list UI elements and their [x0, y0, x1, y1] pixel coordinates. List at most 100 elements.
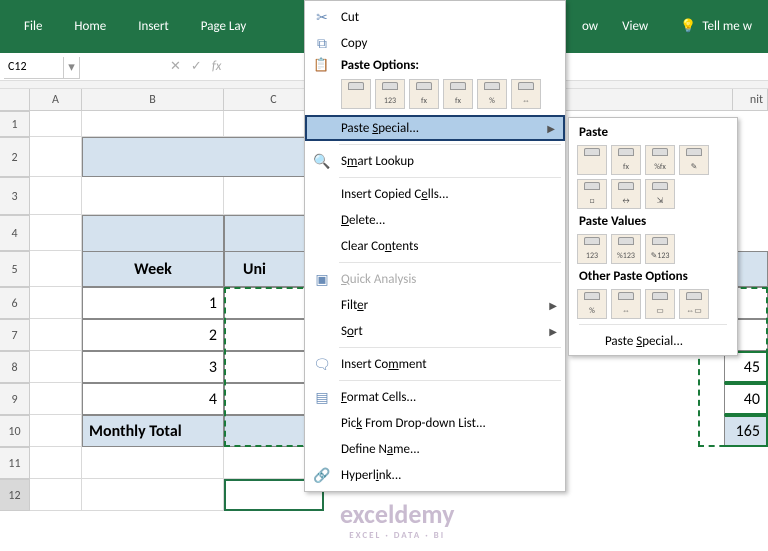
- col-unknown-right[interactable]: nit: [732, 89, 768, 110]
- row-hdr[interactable]: 4: [0, 215, 30, 251]
- tell-me[interactable]: 💡 Tell me w: [664, 0, 768, 53]
- paste-formulas-icon[interactable]: fx: [611, 145, 641, 175]
- col-b[interactable]: B: [82, 89, 224, 110]
- ctx-sort[interactable]: Sort ▶: [305, 318, 565, 344]
- ctx-filter[interactable]: Filter ▶: [305, 292, 565, 318]
- paste-formulas-numfmt-icon[interactable]: fx: [443, 79, 473, 109]
- name-box[interactable]: C12: [4, 57, 64, 79]
- ctx-paste-icon-row: 123 fx fx % ⇔: [305, 77, 565, 115]
- paste-transpose-icon[interactable]: ⇲: [645, 179, 675, 209]
- ctx-label: Hyperlink...: [341, 468, 401, 483]
- paste-formatting-icon[interactable]: %: [577, 289, 607, 319]
- week-cell[interactable]: 2: [82, 319, 224, 351]
- paste-keep-source-fmt-icon[interactable]: ✎: [679, 145, 709, 175]
- ctx-label: Quick Analysis: [341, 272, 416, 287]
- banner-cell[interactable]: [82, 137, 324, 177]
- submenu-paste-label: Paste: [575, 122, 731, 143]
- context-menu: ✂ Cut ⧉ Copy 📋 Paste Options: 123 fx fx …: [304, 0, 566, 492]
- paste-values-icon[interactable]: 123: [577, 234, 607, 264]
- ctx-label: Insert Comment: [341, 357, 427, 372]
- ctx-clear-contents[interactable]: Clear Contents: [305, 233, 565, 259]
- paste-linked-picture-icon[interactable]: ⇔▭: [679, 289, 709, 319]
- arrow-right-icon: ▶: [549, 325, 557, 338]
- week-cell[interactable]: 1: [82, 287, 224, 319]
- cancel-icon: ✕: [170, 59, 181, 74]
- paste-values-numfmt-icon[interactable]: %123: [611, 234, 641, 264]
- paste-link-icon[interactable]: ⇔: [511, 79, 541, 109]
- ctx-paste-special[interactable]: Paste Special... ▶: [305, 115, 565, 141]
- paste-values-sourcefmt-icon[interactable]: ✎123: [645, 234, 675, 264]
- row-hdr[interactable]: 1: [0, 111, 30, 137]
- tell-me-label: Tell me w: [702, 19, 752, 34]
- col-a[interactable]: A: [30, 89, 82, 110]
- ctx-label: Delete...: [341, 213, 385, 228]
- select-all-corner[interactable]: [0, 89, 30, 110]
- ctx-label: Smart Lookup: [341, 154, 414, 169]
- table-corner-cell[interactable]: [82, 215, 224, 251]
- ctx-insert-comment[interactable]: 🗨 Insert Comment: [305, 351, 565, 377]
- row-hdr[interactable]: 10: [0, 415, 30, 447]
- quick-analysis-icon: ▣: [313, 270, 331, 288]
- paste-no-borders-icon[interactable]: □: [577, 179, 607, 209]
- search-icon: 🔍: [313, 152, 331, 170]
- paste-formulas-numfmt-icon[interactable]: %fx: [645, 145, 675, 175]
- name-box-dropdown[interactable]: ▾: [64, 57, 80, 79]
- row-hdr[interactable]: 12: [0, 479, 30, 511]
- ctx-delete[interactable]: Delete...: [305, 207, 565, 233]
- arrow-right-icon: ▶: [547, 122, 555, 135]
- paste-values-icon[interactable]: 123: [375, 79, 405, 109]
- week-header[interactable]: Week: [82, 251, 224, 287]
- ctx-hyperlink[interactable]: 🔗 Hyperlink...: [305, 462, 565, 488]
- paste-formulas-icon[interactable]: fx: [409, 79, 439, 109]
- paste-keep-source-fmt-icon[interactable]: %: [477, 79, 507, 109]
- paste-keep-colwidth-icon[interactable]: ↔: [611, 179, 641, 209]
- ctx-label: Format Cells...: [341, 390, 416, 405]
- tab-page-layout[interactable]: Page Lay: [185, 0, 262, 53]
- paste-special-submenu: Paste fx %fx ✎ □ ↔ ⇲ Paste Values 123 %1…: [568, 117, 738, 356]
- paste-default-icon[interactable]: [577, 145, 607, 175]
- copy-icon: ⧉: [313, 34, 331, 52]
- paste-default-icon[interactable]: [341, 79, 371, 109]
- ctx-define-name[interactable]: Define Name...: [305, 436, 565, 462]
- ctx-format-cells[interactable]: ▤ Format Cells...: [305, 384, 565, 410]
- ctx-label: Filter: [341, 298, 368, 313]
- week-cell[interactable]: 4: [82, 383, 224, 415]
- paste-icon: 📋: [313, 58, 329, 73]
- ctx-insert-copied[interactable]: Insert Copied Cells...: [305, 181, 565, 207]
- ctx-cut[interactable]: ✂ Cut: [305, 4, 565, 30]
- row-hdr[interactable]: 9: [0, 383, 30, 415]
- ctx-pick-from-list[interactable]: Pick From Drop-down List...: [305, 410, 565, 436]
- paste-link-icon[interactable]: ⇔: [611, 289, 641, 319]
- submenu-other-label: Other Paste Options: [575, 266, 731, 287]
- bulb-icon: 💡: [680, 19, 696, 34]
- row-hdr[interactable]: 5: [0, 251, 30, 287]
- tab-home[interactable]: Home: [58, 0, 122, 53]
- paste-picture-icon[interactable]: ▭: [645, 289, 675, 319]
- week-cell[interactable]: 3: [82, 351, 224, 383]
- ctx-quick-analysis: ▣ Quick Analysis: [305, 266, 565, 292]
- ctx-label: Insert Copied Cells...: [341, 187, 449, 202]
- row-hdr[interactable]: 8: [0, 351, 30, 383]
- row-hdr[interactable]: 2: [0, 137, 30, 177]
- hyperlink-icon: 🔗: [313, 466, 331, 484]
- ctx-label: Paste Special...: [341, 121, 419, 136]
- row-hdr[interactable]: 11: [0, 447, 30, 479]
- submenu-paste-special-dialog[interactable]: Paste Special...: [575, 328, 731, 351]
- tab-file[interactable]: File: [8, 0, 58, 53]
- row-hdr[interactable]: 7: [0, 319, 30, 351]
- arrow-right-icon: ▶: [549, 299, 557, 312]
- ctx-label: Cut: [341, 10, 359, 25]
- tab-unknown[interactable]: ow: [574, 0, 606, 53]
- cut-icon: ✂: [313, 8, 331, 26]
- ctx-copy[interactable]: ⧉ Copy: [305, 30, 565, 56]
- tab-insert[interactable]: Insert: [122, 0, 185, 53]
- fx-icon[interactable]: fx: [212, 59, 222, 74]
- row-hdr[interactable]: 3: [0, 177, 30, 215]
- tab-view[interactable]: View: [606, 0, 664, 53]
- monthly-total-label[interactable]: Monthly Total: [82, 415, 224, 447]
- row-hdr[interactable]: 6: [0, 287, 30, 319]
- ctx-label: Pick From Drop-down List...: [341, 416, 486, 431]
- format-cells-icon: ▤: [313, 388, 331, 406]
- ctx-label: Paste Special...: [605, 334, 683, 349]
- ctx-smart-lookup[interactable]: 🔍 Smart Lookup: [305, 148, 565, 174]
